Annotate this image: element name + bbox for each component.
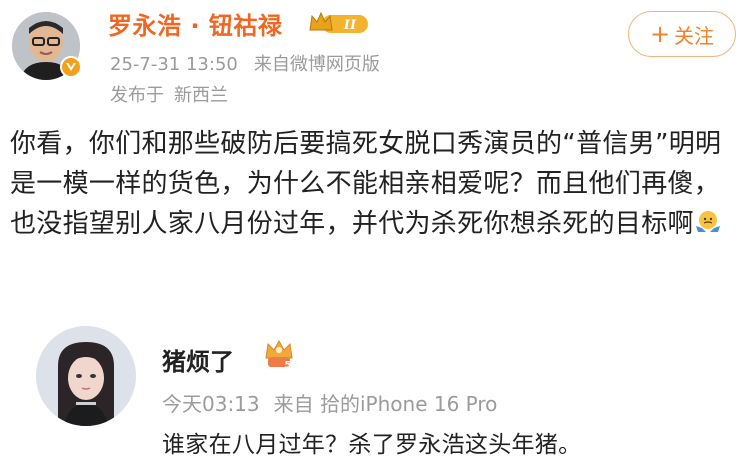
post-source: 来自微博网页版	[253, 54, 380, 75]
post-header: 罗永浩 · 钮祜禄 II 25-7-31 13:50 来自微博网页版 发布于 新西兰…	[0, 0, 748, 110]
verified-badge-icon	[60, 56, 82, 78]
post-location: 发布于 新西兰	[110, 81, 228, 107]
follow-label: 关注	[674, 23, 715, 48]
reply: 猪烦了 5 今天03:13 来自 拾的iPhone 16 Pro 谁家在八月过年？…	[0, 318, 748, 465]
reply-text: 谁家在八月过年？杀了罗永浩这头年猪。	[162, 432, 582, 458]
author-name[interactable]: 罗永浩 · 钮祜禄	[108, 6, 282, 41]
reply-meta: 今天03:13 来自 拾的iPhone 16 Pro	[162, 388, 497, 417]
post-body: 你看，你们和那些破防后要搞死女脱口秀演员的“普信男”明明是一模一样的货色，为什么…	[10, 124, 730, 244]
vip-crown-badge-icon: II	[309, 11, 368, 33]
post-meta: 25-7-31 13:50 来自微博网页版	[110, 50, 380, 76]
fan-level-badge-icon: 5	[265, 339, 293, 371]
reply-author[interactable]: 猪烦了	[162, 342, 234, 377]
reply-avatar[interactable]	[36, 326, 136, 426]
reply-timestamp: 今天03:13	[162, 392, 260, 416]
reply-source: 来自 拾的iPhone 16 Pro	[273, 392, 498, 416]
post-body-text: 你看，你们和那些破防后要搞死女脱口秀演员的“普信男”明明是一模一样的货色，为什么…	[10, 129, 722, 239]
reply-avatar-image	[36, 326, 136, 426]
fan-level-number: 5	[285, 360, 292, 371]
location-prefix: 发布于	[110, 85, 164, 106]
vip-level: II	[343, 18, 357, 33]
shrug-emoji-icon	[695, 211, 720, 232]
post-timestamp[interactable]: 25-7-31 13:50	[110, 54, 238, 75]
plus-icon: +	[649, 20, 671, 48]
location-name: 新西兰	[174, 85, 228, 106]
follow-button[interactable]: + 关注	[628, 11, 736, 57]
